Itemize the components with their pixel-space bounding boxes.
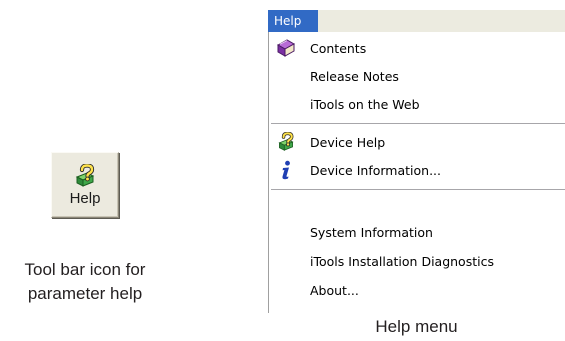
menu-item-label: Contents <box>310 40 367 56</box>
toolbar-caption-line1: Tool bar icon for <box>24 260 146 279</box>
toolbar-help-label: Help <box>69 189 101 207</box>
menu-help-title[interactable]: Help <box>268 10 318 32</box>
menu-separator <box>271 189 565 190</box>
menu-item-label: Release Notes <box>310 68 399 84</box>
question-help-icon <box>276 132 296 152</box>
menu-item-label: iTools Installation Diagnostics <box>310 253 494 269</box>
menu-item-label: Device Help <box>310 134 386 150</box>
menu-item-itools-web[interactable]: iTools on the Web <box>269 90 565 118</box>
menu-item-system-information[interactable]: System Information <box>269 218 565 246</box>
question-help-icon <box>75 163 95 187</box>
menu-item-label: About... <box>310 282 359 298</box>
help-menu-window: Help Contents Release Notes iTools on th… <box>268 10 565 313</box>
info-icon <box>276 160 296 180</box>
help-dropdown: Contents Release Notes iTools on the Web… <box>268 32 565 313</box>
menu-item-device-help[interactable]: Device Help <box>269 128 565 156</box>
book-icon <box>276 38 296 58</box>
menu-item-label: iTools on the Web <box>310 96 420 112</box>
menubar: Help <box>268 10 565 32</box>
menu-item-label: Device Information... <box>310 162 441 178</box>
toolbar-caption-line2: parameter help <box>27 284 143 303</box>
menu-item-device-information[interactable]: Device Information... <box>269 156 565 184</box>
menu-separator <box>271 123 565 124</box>
toolbar-help-button[interactable]: Help <box>51 152 119 218</box>
menu-item-installation-diagnostics[interactable]: iTools Installation Diagnostics <box>269 247 565 275</box>
menu-item-about[interactable]: About... <box>269 276 565 304</box>
toolbar-caption: Tool bar icon for parameter help <box>0 258 170 306</box>
menu-item-contents[interactable]: Contents <box>269 34 565 62</box>
menu-item-label: System Information <box>310 224 433 240</box>
help-menu-caption: Help menu <box>375 317 458 336</box>
menu-item-release-notes[interactable]: Release Notes <box>269 62 565 90</box>
